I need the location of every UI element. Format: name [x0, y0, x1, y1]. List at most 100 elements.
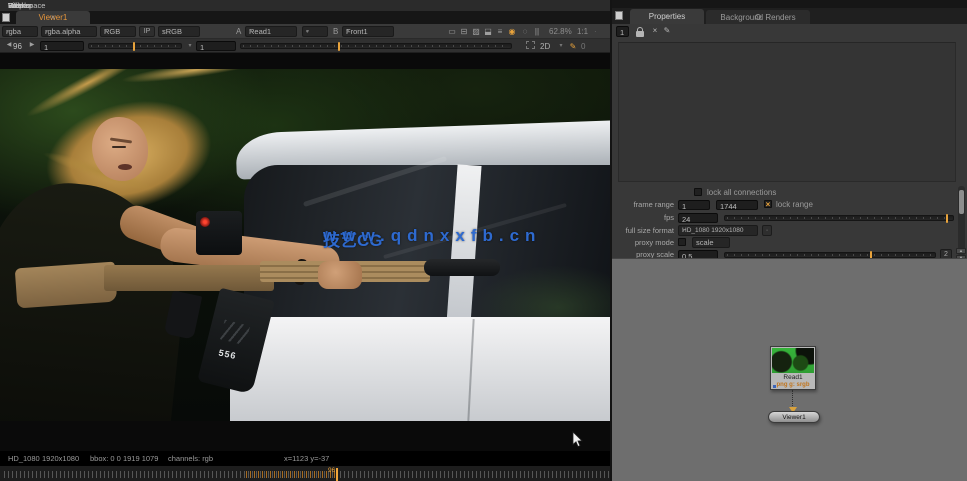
format-center-icon[interactable]: ▭	[447, 27, 457, 36]
checker-background-icon[interactable]: ▨	[471, 27, 481, 36]
range-slider-a[interactable]	[88, 43, 182, 49]
lock-all-label: lock all connections	[707, 188, 776, 197]
tab-background-renders[interactable]: Background Renders	[706, 10, 810, 24]
ip-label: IP	[144, 28, 151, 35]
pencil-icon[interactable]: ✎	[568, 42, 578, 51]
layer-dropdown[interactable]: rgba.alpha ▾	[41, 26, 97, 37]
format-dropdown[interactable]: HD_1080 1920x1080 ▾	[678, 225, 758, 236]
playhead[interactable]	[336, 468, 338, 481]
lock-all-row: lock all connections	[612, 186, 967, 198]
annotation-count: 0	[581, 42, 585, 51]
menu-bar: File Edit Workspace Viewer Render Cache …	[0, 0, 610, 11]
range-in-field[interactable]: 1	[40, 41, 84, 51]
fps-slider-handle[interactable]	[946, 214, 948, 223]
frame-range-label: frame range	[612, 200, 674, 209]
format-row: full size format HD_1080 1920x1080 ▾ ·	[612, 224, 967, 236]
proxy-mode-dropdown[interactable]: scale ▾	[692, 237, 730, 248]
pixel-aspect[interactable]: 1:1	[577, 27, 588, 36]
slider-ticks	[727, 254, 933, 256]
read-node[interactable]: Read1 png g: srgb	[770, 346, 816, 390]
frame-range-end-field[interactable]: 1744	[716, 200, 758, 210]
support-hand	[318, 261, 362, 289]
frame-range-start-field[interactable]: 1	[678, 200, 710, 210]
channels-dropdown[interactable]: rgba ▾	[2, 26, 38, 37]
layer-value: rgba.alpha	[45, 27, 80, 36]
node-graph[interactable]: Read1 png g: srgb Viewer1	[612, 258, 967, 481]
a-input-label: A	[236, 27, 241, 36]
viewer-status-bar: HD_1080 1920x1080 bbox: 0 0 1919 1079 ch…	[0, 451, 610, 465]
next-frame-icon[interactable]: ▶	[27, 41, 37, 50]
edit-node-icon[interactable]: ✎	[662, 26, 672, 35]
chevron-down-icon: ▾	[306, 28, 309, 35]
input-process-toggle[interactable]: IP	[139, 26, 155, 37]
view-mode[interactable]: 2D	[540, 42, 550, 51]
chevron-down-icon: ▾	[346, 28, 349, 35]
status-format: HD_1080	[8, 454, 40, 463]
status-channels: channels: rgb	[168, 454, 213, 463]
wipe-icon[interactable]: ⊟	[459, 27, 469, 36]
nuke-window: File Edit Workspace Viewer Render Cache …	[0, 0, 967, 481]
properties-toolbar: 1 × ✎	[612, 24, 967, 40]
right-pane: Properties × Background Renders 1 × ✎ lo…	[610, 0, 967, 481]
viewer-lut-dropdown[interactable]: sRGB ▾	[158, 26, 200, 37]
read-node-thumbnail	[772, 348, 814, 373]
node-connection-wire[interactable]	[792, 390, 793, 408]
playhead-frame-label: 96	[328, 467, 335, 474]
range-slider-b[interactable]	[240, 43, 512, 49]
clear-panels-icon[interactable]: ×	[650, 26, 660, 35]
fps-field[interactable]: 24	[678, 213, 718, 223]
display-channel-dropdown[interactable]: RGB ▾	[100, 26, 136, 37]
lock-icon[interactable]	[636, 31, 644, 37]
mouth	[118, 164, 132, 170]
tab-viewer1[interactable]: Viewer1 ×	[16, 11, 90, 24]
close-icon[interactable]: ×	[51, 13, 56, 22]
menu-help[interactable]: Help	[8, 1, 23, 10]
slider-ticks	[243, 45, 509, 47]
close-icon[interactable]: ×	[665, 12, 670, 21]
current-frame[interactable]: 96	[13, 42, 22, 51]
fps-slider[interactable]	[724, 215, 954, 221]
max-panels-field[interactable]: 1	[616, 26, 629, 37]
frame-range-row: frame range 1 1744 × lock range	[612, 198, 967, 210]
lock-all-checkbox[interactable]	[694, 188, 702, 196]
slider-marker[interactable]	[338, 42, 340, 51]
chevron-down-icon: ▾	[45, 28, 48, 35]
viewer-toolbar: rgba ▾ rgba.alpha ▾ RGB ▾ IP sRGB ▾ A Re…	[0, 24, 610, 39]
a-input-dropdown[interactable]: Read1 ▾	[245, 26, 297, 37]
wipe-mode-dropdown[interactable]: - ▾	[302, 26, 328, 37]
zoom-level[interactable]: 62.8%	[549, 27, 572, 36]
format-options-button[interactable]: ·	[762, 225, 772, 236]
mouse-cursor	[572, 431, 583, 448]
cached-frames-ticks	[246, 471, 338, 478]
proxy-mode-checkbox[interactable]	[678, 238, 686, 246]
magazine-ribs	[220, 320, 250, 346]
red-dot-lens	[200, 217, 210, 227]
range-out-field[interactable]: 1	[196, 41, 236, 51]
pause-icon[interactable]: ||	[532, 27, 542, 36]
pane-layout-icon[interactable]	[2, 13, 10, 22]
render-status-icon	[755, 14, 761, 20]
stereo-rect-icon[interactable]	[526, 41, 535, 49]
rifle-receiver	[104, 265, 274, 291]
dot-icon: ·	[594, 27, 597, 36]
flipbook-icon[interactable]: ⬓	[483, 27, 493, 36]
lock-range-label: lock range	[776, 200, 813, 209]
lock-range-checkbox[interactable]: ×	[764, 200, 772, 208]
format-label: full size format	[612, 226, 674, 235]
slider-marker[interactable]	[133, 42, 135, 51]
chevron-down-icon[interactable]: ▾	[185, 42, 195, 51]
chevron-down-icon[interactable]: ▾	[556, 42, 566, 51]
pane-layout-icon[interactable]	[615, 11, 623, 20]
status-pointer-coords: x=1123 y=-37	[284, 454, 329, 463]
read-node-label: png g: srgb	[771, 382, 815, 388]
refresh-icon[interactable]: ◌	[520, 27, 530, 36]
b-input-dropdown[interactable]: Front1 ▾	[342, 26, 394, 37]
spinner-up-button[interactable]: ▲	[956, 248, 966, 254]
roi-icon[interactable]: ◉	[507, 27, 517, 36]
eyebrow	[110, 137, 132, 143]
tab-properties[interactable]: Properties ×	[630, 9, 704, 24]
watermark-url: www.qdnxxfb.cn	[323, 226, 541, 246]
viewer-node[interactable]: Viewer1	[768, 411, 820, 423]
chevron-down-icon: ▾	[696, 239, 699, 246]
gain-menu-icon[interactable]: ≡	[495, 27, 505, 36]
